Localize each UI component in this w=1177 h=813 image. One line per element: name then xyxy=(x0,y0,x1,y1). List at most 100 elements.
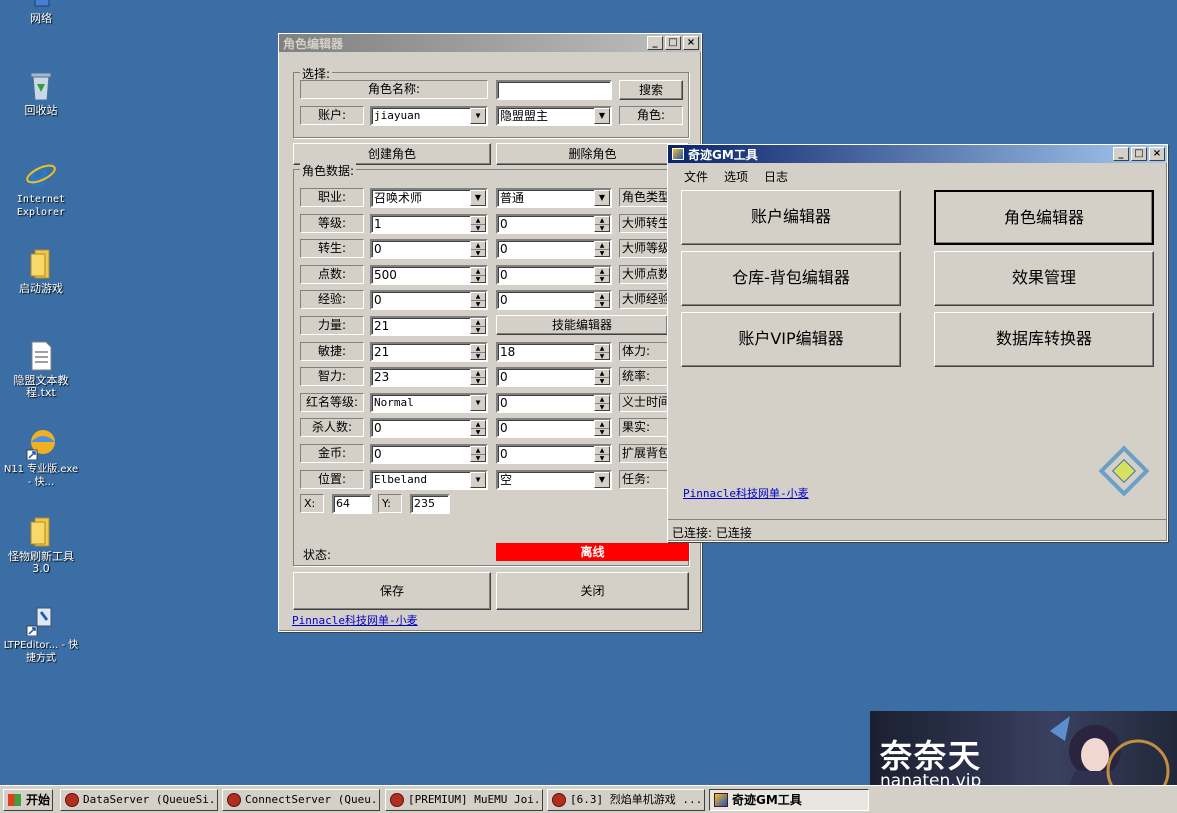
y-input[interactable]: 235 xyxy=(410,494,450,514)
field-value: 21 xyxy=(374,319,390,333)
close-button[interactable]: × xyxy=(1149,147,1165,161)
menu-log[interactable]: 日志 xyxy=(756,165,796,185)
minimize-button[interactable]: _ xyxy=(647,36,663,50)
account-editor-button[interactable]: 账户编辑器 xyxy=(681,190,901,245)
field-spinner[interactable]: 0 ▲ ▼ xyxy=(370,239,488,259)
menu-options[interactable]: 选项 xyxy=(716,165,756,185)
db-converter-button[interactable]: 数据库转换器 xyxy=(934,312,1154,367)
task-connectserver[interactable]: ConnectServer (Queu... xyxy=(222,789,380,811)
start-button[interactable]: 开始 xyxy=(3,789,53,811)
desktop-icon-ltpeditor[interactable]: LTPEditor... - 快捷方式 xyxy=(3,604,79,665)
field-spinner[interactable]: 0 ▲ ▼ xyxy=(496,239,612,259)
field-spinner[interactable]: 18 ▲ ▼ xyxy=(496,342,612,362)
field-spinner[interactable]: 0 ▲ ▼ xyxy=(496,393,612,413)
close-dialog-button[interactable]: 关闭 xyxy=(496,572,689,610)
guild-select[interactable]: 隐盟盟主 ▼ xyxy=(496,106,612,126)
field-spinner[interactable]: 0 ▲ ▼ xyxy=(496,214,612,234)
field-select[interactable]: 召唤术师 ▼ xyxy=(370,188,488,208)
gm-tool-titlebar[interactable]: 奇迹GM工具 _ □ × xyxy=(668,145,1167,163)
task-gm-tool[interactable]: 奇迹GM工具 xyxy=(709,789,869,811)
maximize-button[interactable]: □ xyxy=(665,36,681,50)
chevron-down-icon[interactable]: ▼ xyxy=(470,472,486,488)
account-select-value: jiayuan xyxy=(374,109,421,122)
field-spinner[interactable]: 21 ▲ ▼ xyxy=(370,316,488,336)
spinner-arrows-icon[interactable]: ▲ ▼ xyxy=(470,241,486,257)
field-spinner[interactable]: 0 ▲ ▼ xyxy=(496,290,612,310)
field-label-right: 大师经验 xyxy=(619,290,669,309)
field-spinner[interactable]: 21 ▲ ▼ xyxy=(370,342,488,362)
field-select[interactable]: Elbeland ▼ xyxy=(370,470,488,490)
spinner-arrows-icon[interactable]: ▲ ▼ xyxy=(594,344,610,360)
field-value: Normal xyxy=(374,396,414,409)
spinner-arrows-icon[interactable]: ▲ ▼ xyxy=(470,292,486,308)
close-button[interactable]: × xyxy=(683,36,699,50)
vip-editor-button[interactable]: 账户VIP编辑器 xyxy=(681,312,901,367)
spinner-arrows-icon[interactable]: ▲ ▼ xyxy=(470,216,486,232)
x-input[interactable]: 64 xyxy=(332,494,372,514)
desktop-icon-text-tutorial[interactable]: 隐盟文本教程.txt xyxy=(3,340,79,399)
char-editor-title: 角色编辑器 xyxy=(283,36,344,51)
task-dataserver[interactable]: DataServer (QueueSi... xyxy=(60,789,218,811)
spinner-arrows-icon[interactable]: ▲ ▼ xyxy=(594,395,610,411)
desktop-icon-ie[interactable]: e Internet Explorer xyxy=(3,156,79,219)
effect-manager-button[interactable]: 效果管理 xyxy=(934,251,1154,306)
field-spinner[interactable]: 0 ▲ ▼ xyxy=(370,418,488,438)
char-editor-button[interactable]: 角色编辑器 xyxy=(934,190,1154,245)
task-game[interactable]: [6.3] 烈焰单机游戏 ... xyxy=(547,789,705,811)
field-select[interactable]: Normal ▼ xyxy=(370,393,488,413)
desktop-icon-n11[interactable]: N11 专业版.exe - 快... xyxy=(3,428,79,489)
chevron-down-icon[interactable]: ▼ xyxy=(594,108,610,124)
save-button[interactable]: 保存 xyxy=(293,572,491,610)
chevron-down-icon[interactable]: ▼ xyxy=(470,108,486,124)
field-spinner[interactable]: 1 ▲ ▼ xyxy=(370,214,488,234)
field-spinner[interactable]: 0 ▲ ▼ xyxy=(496,418,612,438)
minimize-button[interactable]: _ xyxy=(1113,147,1129,161)
field-spinner[interactable]: 0 ▲ ▼ xyxy=(370,290,488,310)
field-value: 普通 xyxy=(500,191,525,205)
spinner-arrows-icon[interactable]: ▲ ▼ xyxy=(470,318,486,334)
gm-tool-window: 奇迹GM工具 _ □ × 文件 选项 日志 账户编辑器 角色编辑器 仓库-背包编… xyxy=(667,144,1168,542)
field-select[interactable]: 空 ▼ xyxy=(496,470,612,490)
spinner-arrows-icon[interactable]: ▲ ▼ xyxy=(594,267,610,283)
maximize-button[interactable]: □ xyxy=(1131,147,1147,161)
skill-editor-button[interactable]: 技能编辑器 xyxy=(496,315,668,335)
char-name-input[interactable] xyxy=(496,80,612,100)
field-spinner[interactable]: 0 ▲ ▼ xyxy=(496,265,612,285)
chevron-down-icon[interactable]: ▼ xyxy=(594,190,610,206)
spinner-arrows-icon[interactable]: ▲ ▼ xyxy=(594,369,610,385)
chevron-down-icon[interactable]: ▼ xyxy=(594,472,610,488)
spinner-arrows-icon[interactable]: ▲ ▼ xyxy=(470,446,486,462)
footer-link[interactable]: Pinnacle科技网单-小麦 xyxy=(292,612,418,628)
field-spinner[interactable]: 23 ▲ ▼ xyxy=(370,367,488,387)
desktop-icon-launch-game[interactable]: 启动游戏 xyxy=(3,248,79,295)
char-editor-titlebar[interactable]: 角色编辑器 _ □ × xyxy=(279,34,701,52)
account-select[interactable]: jiayuan ▼ xyxy=(370,106,488,126)
search-button[interactable]: 搜索 xyxy=(619,80,683,100)
field-spinner[interactable]: 0 ▲ ▼ xyxy=(370,444,488,464)
internet-explorer-icon: e xyxy=(25,156,57,194)
spinner-arrows-icon[interactable]: ▲ ▼ xyxy=(594,241,610,257)
field-spinner[interactable]: 500 ▲ ▼ xyxy=(370,265,488,285)
spinner-arrows-icon[interactable]: ▲ ▼ xyxy=(470,344,486,360)
spinner-arrows-icon[interactable]: ▲ ▼ xyxy=(594,446,610,462)
desktop-icon-monster-tool[interactable]: 怪物刷新工具3.0 xyxy=(3,516,79,575)
warehouse-editor-button[interactable]: 仓库-背包编辑器 xyxy=(681,251,901,306)
menu-file[interactable]: 文件 xyxy=(676,165,716,185)
spinner-arrows-icon[interactable]: ▲ ▼ xyxy=(470,420,486,436)
spinner-arrows-icon[interactable]: ▲ ▼ xyxy=(594,292,610,308)
char-name-label: 角色名称: xyxy=(300,80,488,99)
desktop-icon-network[interactable]: 网络 xyxy=(3,0,79,25)
task-muemu[interactable]: [PREMIUM] MuEMU Joi... xyxy=(385,789,543,811)
spinner-arrows-icon[interactable]: ▲ ▼ xyxy=(594,420,610,436)
spinner-arrows-icon[interactable]: ▲ ▼ xyxy=(470,369,486,385)
field-spinner[interactable]: 0 ▲ ▼ xyxy=(496,367,612,387)
chevron-down-icon[interactable]: ▼ xyxy=(470,395,486,411)
spinner-arrows-icon[interactable]: ▲ ▼ xyxy=(594,216,610,232)
field-select[interactable]: 普通 ▼ xyxy=(496,188,612,208)
desktop-icon-recycle-bin[interactable]: 回收站 xyxy=(3,70,79,117)
delete-char-button[interactable]: 删除角色 xyxy=(496,143,689,165)
chevron-down-icon[interactable]: ▼ xyxy=(470,190,486,206)
field-spinner[interactable]: 0 ▲ ▼ xyxy=(496,444,612,464)
gm-footer-link[interactable]: Pinnacle科技网单-小麦 xyxy=(683,485,809,501)
spinner-arrows-icon[interactable]: ▲ ▼ xyxy=(470,267,486,283)
